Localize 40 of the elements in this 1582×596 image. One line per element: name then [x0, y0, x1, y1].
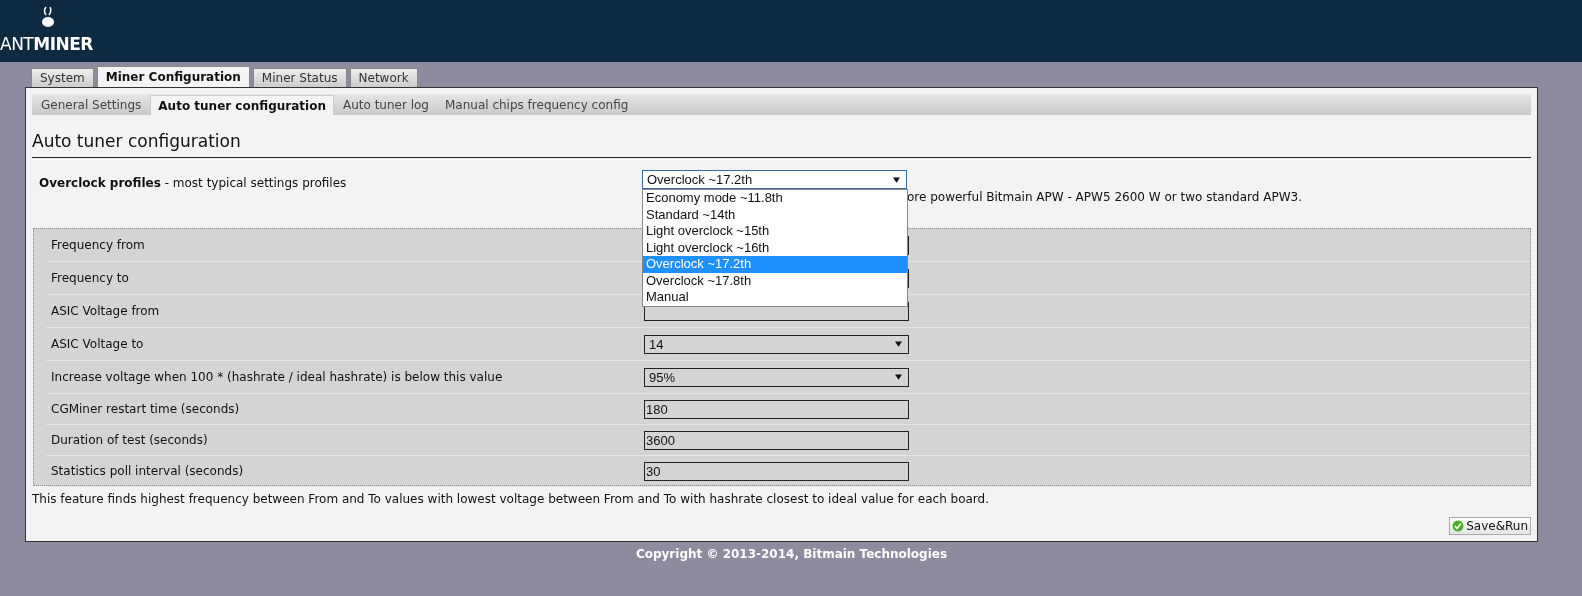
profile-label: Overclock profiles - most typical settings profiles — [38, 176, 348, 192]
copyright: Copyright © 2013-2014, Bitmain Technologies — [634, 547, 949, 561]
select-field[interactable]: 95% — [644, 367, 909, 387]
dropdown-option[interactable]: Manual — [643, 289, 907, 306]
dropdown-option[interactable]: Economy mode ~11.8th — [643, 190, 907, 207]
setting-label: Frequency to — [50, 271, 130, 285]
dropdown-option[interactable]: Overclock ~17.8th — [643, 272, 907, 289]
dropdown-arrow-icon — [893, 176, 900, 183]
save-run-button[interactable]: Save&Run — [1449, 517, 1531, 535]
input-field[interactable]: 3600 — [644, 430, 909, 450]
profile-note: ore powerful Bitmain APW - APW5 2600 W or two standard APW3. — [907, 190, 1302, 204]
setting-label: Increase voltage when 100 * (hashrate / ideal hashrate) is below this value — [50, 370, 504, 384]
setting-label: Statistics poll interval (seconds) — [50, 464, 245, 478]
subtab[interactable]: Manual chips frequency config — [437, 95, 636, 115]
setting-label: Frequency from — [50, 238, 146, 252]
logo-text: ANTMINER — [0, 34, 93, 54]
ant-icon — [40, 6, 56, 28]
nav-tab[interactable]: Miner Configuration — [96, 66, 250, 87]
dropdown-option[interactable]: Standard ~14th — [643, 206, 907, 223]
select-field[interactable]: 14 — [644, 334, 909, 354]
setting-label: CGMiner restart time (seconds) — [50, 402, 241, 416]
dropdown-option[interactable]: Light overclock ~15th — [643, 223, 907, 240]
nav-tab[interactable]: Network — [349, 68, 418, 87]
profile-dropdown[interactable]: Overclock ~17.2th — [642, 170, 907, 189]
setting-label: Duration of test (seconds) — [50, 433, 209, 447]
dropdown-arrow-icon — [895, 374, 902, 380]
page-title: Auto tuner configuration — [32, 131, 1531, 158]
dropdown-option[interactable]: Light overclock ~16th — [643, 239, 907, 256]
subtab[interactable]: General Settings — [34, 95, 149, 115]
setting-label: ASIC Voltage from — [50, 304, 161, 318]
input-field[interactable]: 30 — [644, 461, 909, 481]
input-field[interactable]: 180 — [644, 399, 909, 419]
subtab[interactable]: Auto tuner configuration — [150, 95, 334, 115]
dropdown-arrow-icon — [895, 341, 902, 347]
setting-label: ASIC Voltage to — [50, 337, 145, 351]
check-icon — [1452, 520, 1465, 532]
nav-tab[interactable]: System — [31, 68, 94, 87]
nav-tab[interactable]: Miner Status — [252, 68, 347, 87]
subtab[interactable]: Auto tuner log — [335, 95, 436, 115]
feature-description: This feature finds highest frequency between From and To values with lowest voltage between From and To with hashrate closest to ideal value for each board. — [32, 492, 990, 506]
